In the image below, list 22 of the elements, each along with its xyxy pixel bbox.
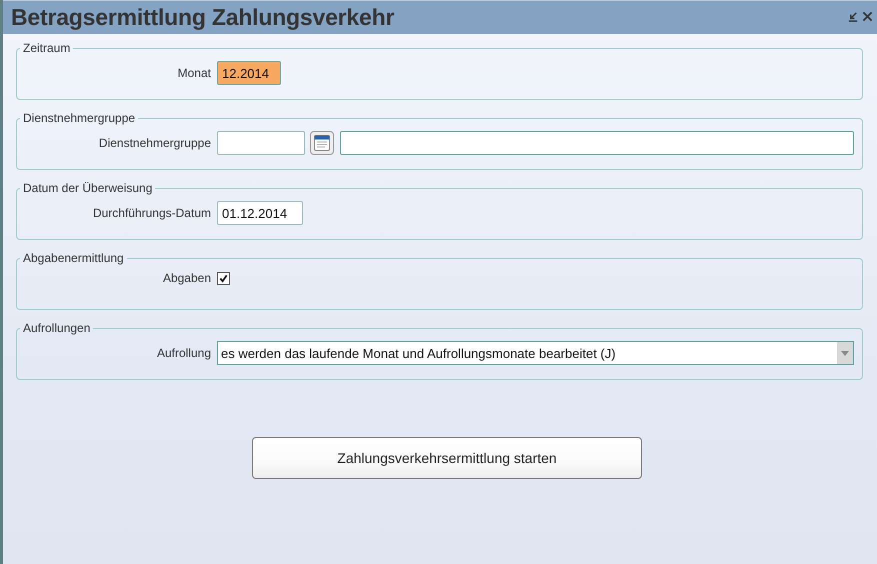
minimize-icon[interactable]: [848, 11, 859, 22]
window-title: Betragsermittlung Zahlungsverkehr: [11, 4, 394, 31]
field-label: Monat: [176, 66, 211, 80]
input-field[interactable]: 01.12.2014: [217, 201, 303, 225]
field-label: Dienstnehmergruppe: [98, 136, 211, 150]
input-field[interactable]: [340, 131, 854, 155]
section-title: Aufrollungen: [22, 321, 92, 335]
section-title: Abgabenermittlung: [22, 251, 125, 265]
input-field[interactable]: 12.2014: [217, 61, 281, 85]
field-label: Abgaben: [162, 271, 211, 285]
checkbox[interactable]: [217, 272, 230, 284]
dropdown[interactable]: es werden das laufende Monat und Aufrollungsmonate bearbeitet (J): [217, 341, 854, 365]
notepad-icon: [313, 134, 331, 152]
field-label: Aufrollung: [156, 346, 211, 360]
lookup-button[interactable]: [310, 131, 334, 155]
section-title: Dienstnehmergruppe: [22, 111, 136, 125]
close-icon[interactable]: [862, 11, 873, 22]
start-button[interactable]: Zahlungsverkehrsermittlung starten: [252, 437, 642, 479]
section-title: Datum der Überweisung: [22, 181, 154, 195]
input-field[interactable]: [217, 131, 305, 155]
section-title: Zeitraum: [22, 41, 72, 55]
field-label: Durchführungs-Datum: [92, 206, 211, 220]
